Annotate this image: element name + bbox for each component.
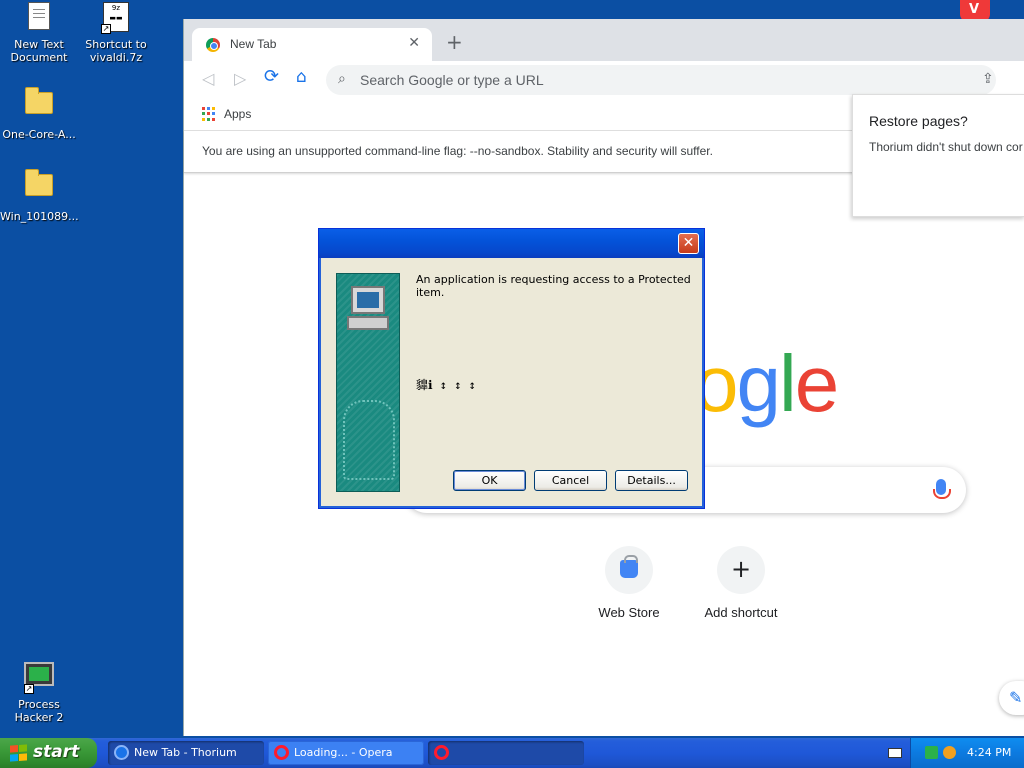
new-tab-button[interactable]: + xyxy=(446,32,463,52)
start-label: start xyxy=(33,742,80,762)
dialog-garbled-text: 䝥ℹ ↕ ↕ ↕ xyxy=(416,378,476,392)
shortcut-web-store[interactable]: Web Store xyxy=(579,546,679,620)
forward-arrow-icon[interactable]: ▷ xyxy=(234,69,246,88)
restore-title: Restore pages? xyxy=(869,113,968,129)
desktop-icon-process-hacker[interactable]: ↗ Process Hacker 2 xyxy=(0,658,78,724)
taskbar-item-label: New Tab - Thorium xyxy=(134,746,237,759)
tab-new-tab[interactable]: New Tab ✕ xyxy=(192,28,432,61)
opera-icon xyxy=(434,745,449,760)
home-icon[interactable]: ⌂ xyxy=(296,67,307,87)
desktop-icon-label: One-Core-A... xyxy=(2,128,76,141)
thorium-icon xyxy=(114,745,129,760)
taskbar-item-dialog[interactable] xyxy=(428,741,584,765)
desktop-icon-label: Shortcut to vivaldi.7z xyxy=(85,38,147,64)
tab-strip: New Tab ✕ + xyxy=(184,19,1024,61)
chrome-icon xyxy=(206,38,220,52)
back-arrow-icon[interactable]: ◁ xyxy=(202,69,214,88)
desktop-icon-label: Process Hacker 2 xyxy=(14,698,64,724)
shortcut-label: Web Store xyxy=(598,605,660,620)
apps-grid-icon[interactable] xyxy=(202,107,216,121)
dialog-message: An application is requesting access to a… xyxy=(416,273,691,299)
web-store-icon xyxy=(620,555,638,578)
close-icon[interactable]: ✕ xyxy=(408,35,420,51)
text-document-icon xyxy=(22,2,56,34)
restore-body: Thorium didn't shut down cor xyxy=(869,140,1023,154)
protected-item-dialog: ✕ An application is requesting access to… xyxy=(318,228,705,509)
search-icon[interactable] xyxy=(943,746,956,759)
desktop-icon-new-text-document[interactable]: New Text Document xyxy=(0,2,78,64)
infobar-text: You are using an unsupported command-lin… xyxy=(202,144,713,158)
keys-icon xyxy=(343,400,395,480)
keyboard-layout-icon[interactable] xyxy=(888,748,902,758)
shortcut-label: Add shortcut xyxy=(704,605,778,620)
security-keys-art xyxy=(336,273,400,492)
folder-icon xyxy=(22,87,56,124)
address-bar[interactable]: ⌕ Search Google or type a URL xyxy=(326,65,996,95)
customize-pencil-button[interactable]: ✎ xyxy=(999,681,1024,715)
desktop-icon-vivaldi-shortcut[interactable]: 9z ▬▬ ↗ Shortcut to vivaldi.7z xyxy=(77,2,155,64)
shortcut-add[interactable]: + Add shortcut xyxy=(691,546,791,620)
desktop-icon-win-folder[interactable]: Win_101089... xyxy=(0,168,79,223)
taskbar-item-thorium[interactable]: New Tab - Thorium xyxy=(108,741,264,765)
archive-shortcut-icon: 9z ▬▬ ↗ xyxy=(99,2,133,34)
desktop-icon-label: New Text Document xyxy=(10,38,68,64)
clock: 4:24 PM xyxy=(967,746,1012,759)
desktop-icon-label: Win_101089... xyxy=(0,210,79,223)
start-button[interactable]: start xyxy=(0,738,97,768)
microphone-icon[interactable] xyxy=(933,479,951,499)
google-logo: ogle xyxy=(694,339,839,428)
desktop-icon-one-core-folder[interactable]: One-Core-A... xyxy=(0,86,78,141)
close-icon[interactable]: ✕ xyxy=(678,233,699,254)
taskbar: start New Tab - Thorium Loading... - Ope… xyxy=(0,738,1024,768)
opera-icon xyxy=(274,745,289,760)
system-tray: 4:24 PM xyxy=(910,738,1024,768)
reload-icon[interactable]: ⟳ xyxy=(264,66,279,87)
dialog-titlebar[interactable]: ✕ xyxy=(319,229,704,258)
taskbar-item-label: Loading... - Opera xyxy=(294,746,393,759)
plus-icon: + xyxy=(717,546,765,594)
details-button[interactable]: Details... xyxy=(615,470,688,491)
cancel-button[interactable]: Cancel xyxy=(534,470,607,491)
apps-bookmark[interactable]: Apps xyxy=(224,107,251,121)
taskbar-item-opera[interactable]: Loading... - Opera xyxy=(268,741,424,765)
folder-icon xyxy=(22,169,56,206)
tab-title: New Tab xyxy=(230,37,277,51)
windows-logo-icon xyxy=(10,744,27,762)
address-bar-placeholder: Search Google or type a URL xyxy=(360,72,544,88)
search-icon: ⌕ xyxy=(338,71,346,87)
network-icon[interactable] xyxy=(925,746,938,759)
process-hacker-icon: ↗ xyxy=(22,662,56,694)
computer-icon xyxy=(345,284,391,334)
ok-button[interactable]: OK xyxy=(453,470,526,491)
restore-pages-bubble: Restore pages? Thorium didn't shut down … xyxy=(852,94,1024,217)
share-icon[interactable]: ⇪ xyxy=(982,71,994,87)
